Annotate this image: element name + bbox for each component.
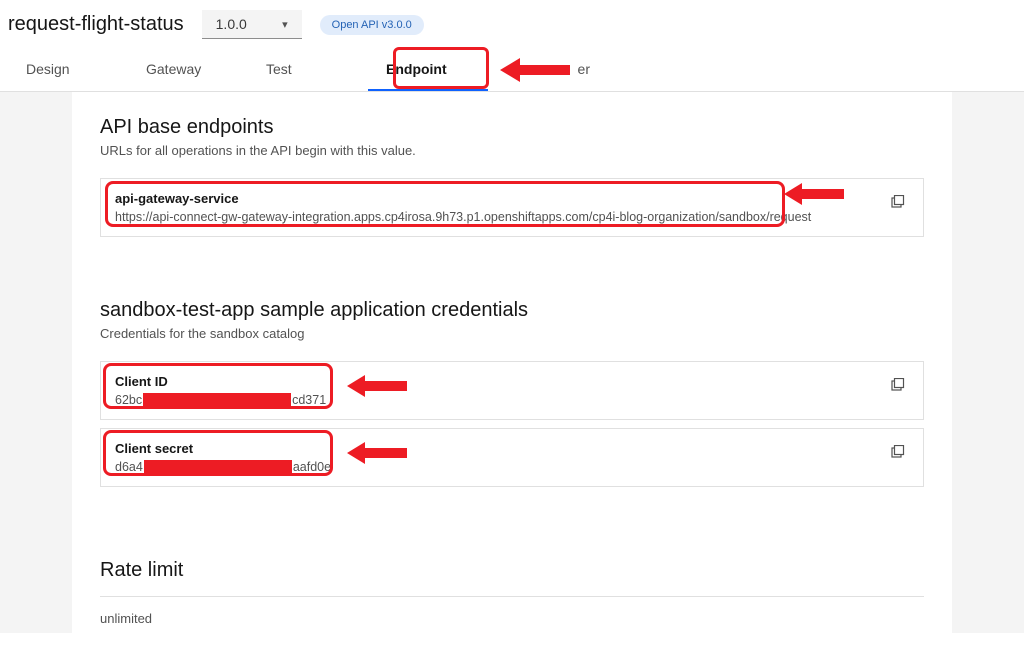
gateway-content: api-gateway-service https://api-connect-… <box>115 191 875 224</box>
tab-gateway[interactable]: Gateway <box>128 49 248 91</box>
tab-test[interactable]: Test <box>248 49 368 91</box>
credentials-desc: Credentials for the sandbox catalog <box>100 326 924 341</box>
version-value: 1.0.0 <box>216 16 247 32</box>
redaction-bar <box>144 460 292 474</box>
copy-gateway-button[interactable] <box>885 191 909 215</box>
redaction-bar <box>143 393 291 407</box>
rate-limit-section: Rate limit unlimited <box>100 559 924 640</box>
rate-limit-title: Rate limit <box>100 559 924 582</box>
client-id-box: Client ID 62bc cd371 <box>100 361 924 420</box>
content-panel: API base endpoints URLs for all operatio… <box>72 92 952 660</box>
gateway-url: https://api-connect-gw-gateway-integrati… <box>115 210 811 224</box>
copy-icon <box>889 378 905 394</box>
client-id-value: 62bc cd371 <box>115 393 326 407</box>
open-api-badge: Open API v3.0.0 <box>320 15 424 35</box>
client-secret-label: Client secret <box>115 441 875 456</box>
gateway-endpoint-box: api-gateway-service https://api-connect-… <box>100 178 924 237</box>
client-id-prefix: 62bc <box>115 393 142 407</box>
credentials-title: sandbox-test-app sample application cred… <box>100 299 924 322</box>
client-id-suffix: cd371 <box>292 393 326 407</box>
endpoints-desc: URLs for all operations in the API begin… <box>100 143 924 158</box>
credentials-section: sandbox-test-app sample application cred… <box>100 299 924 487</box>
client-id-label: Client ID <box>115 374 875 389</box>
chevron-down-icon: ▾ <box>282 18 288 31</box>
gateway-label: api-gateway-service <box>115 191 875 206</box>
tab-design[interactable]: Design <box>8 49 128 91</box>
tab-endpoint[interactable]: Endpoint <box>368 49 488 91</box>
client-secret-content: Client secret d6a4 aafd0e <box>115 441 875 474</box>
client-id-content: Client ID 62bc cd371 <box>115 374 875 407</box>
endpoints-section: API base endpoints URLs for all operatio… <box>100 116 924 237</box>
body-area: API base endpoints URLs for all operatio… <box>0 92 1024 633</box>
copy-icon <box>889 445 905 461</box>
client-secret-value: d6a4 aafd0e <box>115 460 331 474</box>
tabs-row: Design Gateway Test Endpoint er <box>0 49 1024 92</box>
api-title: request-flight-status <box>8 13 184 36</box>
copy-client-id-button[interactable] <box>885 374 909 398</box>
client-secret-box: Client secret d6a4 aafd0e <box>100 428 924 487</box>
endpoints-title: API base endpoints <box>100 116 924 139</box>
client-secret-prefix: d6a4 <box>115 460 143 474</box>
rate-limit-value: unlimited <box>100 596 924 640</box>
version-dropdown[interactable]: 1.0.0 ▾ <box>202 10 302 39</box>
page-header: request-flight-status 1.0.0 ▾ Open API v… <box>0 0 1024 49</box>
copy-icon <box>889 195 905 211</box>
tab-truncated[interactable]: er <box>488 49 608 91</box>
copy-client-secret-button[interactable] <box>885 441 909 465</box>
client-secret-suffix: aafd0e <box>293 460 331 474</box>
